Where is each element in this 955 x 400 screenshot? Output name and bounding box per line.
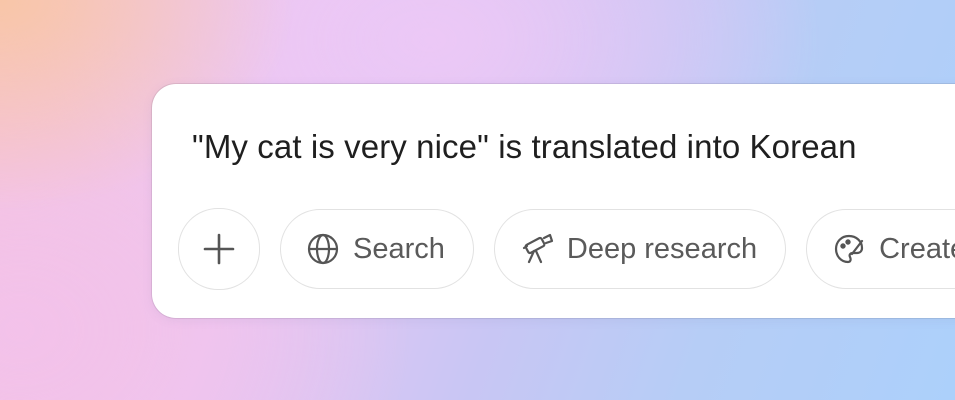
palette-icon xyxy=(831,231,867,267)
deep-research-button-label: Deep research xyxy=(566,232,758,265)
chat-composer: "My cat is very nice" is translated into… xyxy=(152,84,955,318)
composer-toolbar: Search Deep research Creat xyxy=(178,208,955,290)
search-button-label: Search xyxy=(353,232,445,265)
telescope-icon xyxy=(519,231,555,267)
prompt-input[interactable]: "My cat is very nice" is translated into… xyxy=(192,128,857,166)
search-button[interactable]: Search xyxy=(280,209,474,289)
deep-research-button[interactable]: Deep research xyxy=(493,209,787,289)
globe-icon xyxy=(305,231,341,267)
create-image-button[interactable]: Create image xyxy=(806,209,955,289)
composer-content: "My cat is very nice" is translated into… xyxy=(152,84,955,318)
add-attachment-button[interactable] xyxy=(178,208,260,290)
plus-icon xyxy=(201,231,237,267)
create-image-button-label: Create image xyxy=(879,232,955,265)
